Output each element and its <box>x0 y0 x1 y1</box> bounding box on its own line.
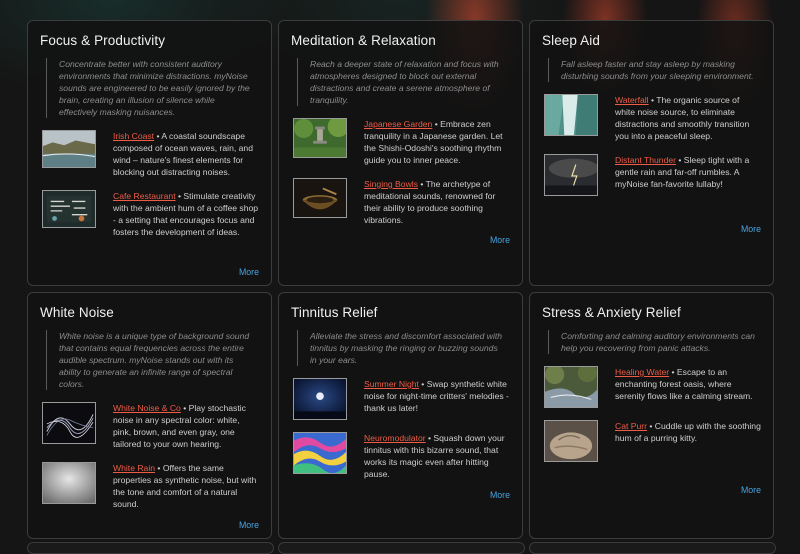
card-description: Fall asleep faster and stay asleep by ma… <box>548 58 755 82</box>
summer-night-thumbnail[interactable] <box>293 378 347 420</box>
card-title: Stress & Anxiety Relief <box>542 305 681 320</box>
sound-link-singing-bowls[interactable]: Singing Bowls <box>364 179 418 189</box>
sound-entry-cat-purr: Cat Purr • Cuddle up with the soothing h… <box>542 420 761 462</box>
sound-entry-irish-coast: Irish Coast • A coastal soundscape compo… <box>40 130 259 178</box>
more-link[interactable]: More <box>239 267 259 277</box>
neuromodulator-thumbnail[interactable] <box>293 432 347 474</box>
sound-entry-cafe-restaurant: Cafe Restaurant • Stimulate creativity w… <box>40 190 259 238</box>
card-description: Alleviate the stress and discomfort asso… <box>297 330 504 366</box>
sound-link-cat-purr[interactable]: Cat Purr <box>615 421 647 431</box>
card-title: Sleep Aid <box>542 33 600 48</box>
irish-coast-thumbnail[interactable] <box>42 130 96 168</box>
sound-entry-summer-night: Summer Night • Swap synthetic white nois… <box>291 378 510 420</box>
white-rain-thumbnail[interactable] <box>42 462 96 504</box>
card-title: Focus & Productivity <box>40 33 166 48</box>
sound-link-cafe-restaurant[interactable]: Cafe Restaurant <box>113 191 176 201</box>
card-tinnitus-relief: Tinnitus Relief Alleviate the stress and… <box>278 292 523 539</box>
more-link[interactable]: More <box>741 224 761 234</box>
card-title: White Noise <box>40 305 114 320</box>
card-sleep-aid: Sleep Aid Fall asleep faster and stay as… <box>529 20 774 286</box>
category-grid: Focus & Productivity Concentrate better … <box>27 20 774 539</box>
more-link[interactable]: More <box>239 520 259 530</box>
sound-entry-singing-bowls: Singing Bowls • The archetype of meditat… <box>291 178 510 226</box>
sound-link-neuromodulator[interactable]: Neuromodulator <box>364 433 426 443</box>
sound-entry-white-rain: White Rain • Offers the same properties … <box>40 462 259 510</box>
white-noise-thumbnail[interactable] <box>42 402 96 444</box>
card-title: Meditation & Relaxation <box>291 33 436 48</box>
healing-water-thumbnail[interactable] <box>544 366 598 408</box>
sound-entry-waterfall: Waterfall • The organic source of white … <box>542 94 761 142</box>
sound-link-white-rain[interactable]: White Rain <box>113 463 155 473</box>
waterfall-thumbnail[interactable] <box>544 94 598 136</box>
next-row-card-edge <box>529 542 776 554</box>
card-description: Reach a deeper state of relaxation and f… <box>297 58 504 106</box>
card-description: Comforting and calming auditory environm… <box>548 330 755 354</box>
card-description: White noise is a unique type of backgrou… <box>46 330 253 390</box>
japanese-garden-thumbnail[interactable] <box>293 118 347 158</box>
card-meditation-relaxation: Meditation & Relaxation Reach a deeper s… <box>278 20 523 286</box>
more-link[interactable]: More <box>741 485 761 495</box>
sound-entry-white-noise-co: White Noise & Co • Play stochastic noise… <box>40 402 259 450</box>
cat-purr-thumbnail[interactable] <box>544 420 598 462</box>
card-white-noise: White Noise White noise is a unique type… <box>27 292 272 539</box>
cafe-restaurant-thumbnail[interactable] <box>42 190 96 228</box>
next-row-card-edge <box>27 542 274 554</box>
card-title: Tinnitus Relief <box>291 305 378 320</box>
more-link[interactable]: More <box>490 490 510 500</box>
more-link[interactable]: More <box>490 235 510 245</box>
distant-thunder-thumbnail[interactable] <box>544 154 598 196</box>
card-stress-anxiety-relief: Stress & Anxiety Relief Comforting and c… <box>529 292 774 539</box>
sound-link-healing-water[interactable]: Healing Water <box>615 367 669 377</box>
sound-link-japanese-garden[interactable]: Japanese Garden <box>364 119 432 129</box>
sound-link-white-noise-co[interactable]: White Noise & Co <box>113 403 181 413</box>
card-focus-productivity: Focus & Productivity Concentrate better … <box>27 20 272 286</box>
sound-entry-distant-thunder: Distant Thunder • Sleep tight with a gen… <box>542 154 761 196</box>
sound-entry-healing-water: Healing Water • Escape to an enchanting … <box>542 366 761 408</box>
sound-link-irish-coast[interactable]: Irish Coast <box>113 131 154 141</box>
singing-bowls-thumbnail[interactable] <box>293 178 347 218</box>
next-row-card-edge <box>278 542 525 554</box>
card-description: Concentrate better with consistent audit… <box>46 58 253 118</box>
sound-link-distant-thunder[interactable]: Distant Thunder <box>615 155 676 165</box>
sound-link-summer-night[interactable]: Summer Night <box>364 379 419 389</box>
sound-entry-neuromodulator: Neuromodulator • Squash down your tinnit… <box>291 432 510 480</box>
sound-link-waterfall[interactable]: Waterfall <box>615 95 649 105</box>
sound-entry-japanese-garden: Japanese Garden • Embrace zen tranquilit… <box>291 118 510 166</box>
